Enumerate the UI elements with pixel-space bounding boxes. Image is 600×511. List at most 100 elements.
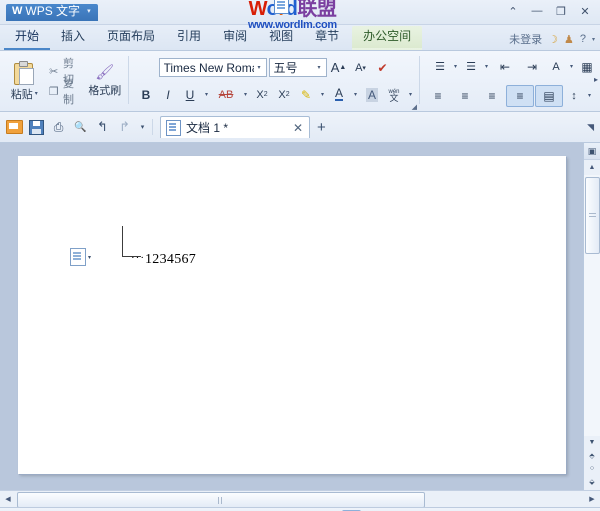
split-view-button[interactable]: ▣ — [584, 143, 600, 160]
scroll-right-button[interactable]: ▶ — [584, 491, 600, 507]
print-button[interactable]: ⎙ — [48, 117, 69, 138]
increase-indent-button[interactable]: ⇥ — [519, 57, 545, 77]
chevron-down-icon: ▾ — [453, 64, 457, 70]
subscript-button[interactable]: X2 — [274, 85, 294, 105]
tab-home[interactable]: 开始 — [4, 26, 51, 50]
close-icon[interactable]: ✕ — [293, 121, 303, 135]
redo-button[interactable]: ↱ — [114, 117, 135, 138]
chevron-down-icon: ▾ — [243, 92, 247, 98]
italic-button[interactable]: I — [158, 85, 178, 105]
distribute-icon: ▤ — [543, 88, 555, 103]
numbering-button[interactable]: ☰ — [461, 57, 481, 77]
borders-button[interactable]: ▦ — [577, 57, 597, 77]
login-status-label[interactable]: 未登录 — [509, 31, 542, 47]
pinyin-caret[interactable]: ▾ — [567, 57, 576, 77]
tab-review[interactable]: 审阅 — [212, 26, 258, 50]
undo-button[interactable]: ↰ — [92, 117, 113, 138]
copy-label: 复制 — [63, 78, 75, 106]
help-icon[interactable]: ? — [580, 33, 586, 45]
justify-button[interactable]: ≡ — [506, 84, 534, 107]
highlight-button[interactable]: ✎ — [296, 85, 316, 105]
tabbar-corner-icon[interactable]: ◥ — [587, 122, 594, 133]
document-tab[interactable]: 文档 1 * ✕ — [160, 116, 310, 138]
horizontal-scrollbar[interactable]: ◀ ▶ — [0, 490, 600, 508]
tab-page-layout[interactable]: 页面布局 — [96, 26, 166, 50]
align-center-button[interactable]: ≡ — [452, 86, 478, 106]
font-color-caret[interactable]: ▾ — [351, 85, 360, 105]
line-spacing-button[interactable]: ↕ — [564, 86, 584, 106]
bullets-caret[interactable]: ▾ — [451, 57, 460, 77]
paste-options-smart-tag[interactable]: ▾ — [70, 248, 91, 266]
phonetic-caret[interactable]: ▾ — [406, 85, 415, 105]
app-menu-button[interactable]: W WPS 文字 ▾ — [6, 3, 98, 21]
document-page[interactable]: ···1234567 ▾ — [18, 156, 566, 474]
decrease-indent-button[interactable]: ⇤ — [492, 57, 518, 77]
align-left-button[interactable]: ≡ — [425, 86, 451, 106]
highlight-caret[interactable]: ▾ — [318, 85, 327, 105]
next-page-button[interactable]: ⬙ — [589, 475, 594, 488]
previous-page-button[interactable]: ⬘ — [589, 449, 594, 462]
numbering-caret[interactable]: ▾ — [482, 57, 491, 77]
print-preview-button[interactable]: 🔍 — [70, 117, 91, 138]
scroll-up-button[interactable]: ▲ — [584, 160, 600, 175]
horizontal-scroll-thumb[interactable] — [17, 492, 425, 508]
scroll-left-button[interactable]: ◀ — [0, 491, 16, 507]
vertical-scroll-thumb[interactable] — [585, 177, 600, 254]
tab-insert[interactable]: 插入 — [50, 26, 96, 50]
clear-formatting-button[interactable]: ✔ — [373, 58, 393, 78]
maximize-button[interactable]: ❐ — [550, 2, 572, 20]
vertical-scroll-track[interactable] — [584, 175, 600, 436]
close-button[interactable]: ✕ — [574, 2, 596, 20]
tab-chapter[interactable]: 章节 — [304, 26, 350, 50]
distribute-button[interactable]: ▤ — [535, 84, 563, 107]
copy-icon: ❐ — [48, 85, 59, 98]
format-painter-button[interactable]: 🖌 格式刷 — [86, 64, 124, 98]
horizontal-scroll-track[interactable] — [16, 492, 584, 508]
collapse-ribbon-button[interactable]: ⌃ — [502, 2, 524, 20]
minimize-button[interactable]: — — [526, 2, 548, 20]
shirt-icon[interactable]: ♟ — [564, 33, 574, 46]
decrease-indent-icon: ⇤ — [499, 59, 511, 74]
open-file-button[interactable] — [4, 117, 25, 138]
underline-button[interactable]: U — [180, 85, 200, 105]
select-browse-object-button[interactable]: ○ — [590, 462, 594, 475]
shading-button[interactable]: ▰ — [595, 86, 600, 106]
tab-view[interactable]: 视图 — [258, 26, 304, 50]
phonetic-guide-button[interactable]: wén 文 — [384, 85, 404, 105]
bold-button[interactable]: B — [136, 85, 156, 105]
character-shading-button[interactable]: A — [362, 85, 382, 105]
copy-button[interactable]: ❐ 复制 — [45, 78, 86, 106]
account-area: 未登录 ☽ ♟ ? ▾ — [509, 31, 595, 47]
page-navigation-buttons: ▼ ⬘ ○ ⬙ — [589, 436, 596, 490]
shrink-font-button[interactable]: A ▾ — [351, 58, 371, 78]
new-document-button[interactable]: + — [317, 119, 326, 136]
scroll-grip-icon — [218, 496, 224, 504]
tab-references[interactable]: 引用 — [166, 26, 212, 50]
paintbrush-icon: 🖌 — [95, 64, 115, 81]
bullets-button[interactable]: ☰ — [430, 57, 450, 77]
grow-font-button[interactable]: A ▲ — [329, 58, 349, 78]
font-size-combo[interactable]: 五号 ▾ — [268, 58, 327, 77]
line-spacing-caret[interactable]: ▾ — [585, 86, 594, 106]
character-shading-icon: A — [365, 87, 378, 102]
font-name-combo[interactable]: Times New Roma ▾ — [158, 58, 267, 77]
strikethrough-button[interactable]: AB — [213, 85, 239, 105]
strikethrough-caret[interactable]: ▾ — [241, 85, 250, 105]
window-controls: ⌃ — ❐ ✕ — [502, 2, 596, 20]
chevron-down-icon: ▾ — [87, 8, 91, 15]
vertical-scrollbar[interactable]: ▣ ▲ ▼ ⬘ ○ ⬙ — [583, 143, 600, 490]
help-caret-icon[interactable]: ▾ — [592, 36, 595, 43]
moon-icon[interactable]: ☽ — [548, 33, 558, 46]
font-color-button[interactable]: A — [329, 85, 349, 105]
paste-button[interactable]: 粘贴 ▾ — [4, 60, 45, 103]
underline-caret[interactable]: ▾ — [202, 85, 211, 105]
superscript-button[interactable]: X2 — [252, 85, 272, 105]
scroll-down-button[interactable]: ▼ — [589, 436, 596, 449]
ribbon-overflow-icon[interactable]: ▸ — [594, 75, 598, 84]
font-dialog-launcher[interactable]: ◢ — [412, 103, 417, 111]
align-right-button[interactable]: ≡ — [479, 86, 505, 106]
customize-qat-button[interactable]: ▾ — [136, 117, 149, 138]
pinyin-guide-button[interactable]: A — [546, 57, 566, 77]
save-button[interactable] — [26, 117, 47, 138]
tab-office-space[interactable]: 办公空间 — [352, 26, 423, 50]
